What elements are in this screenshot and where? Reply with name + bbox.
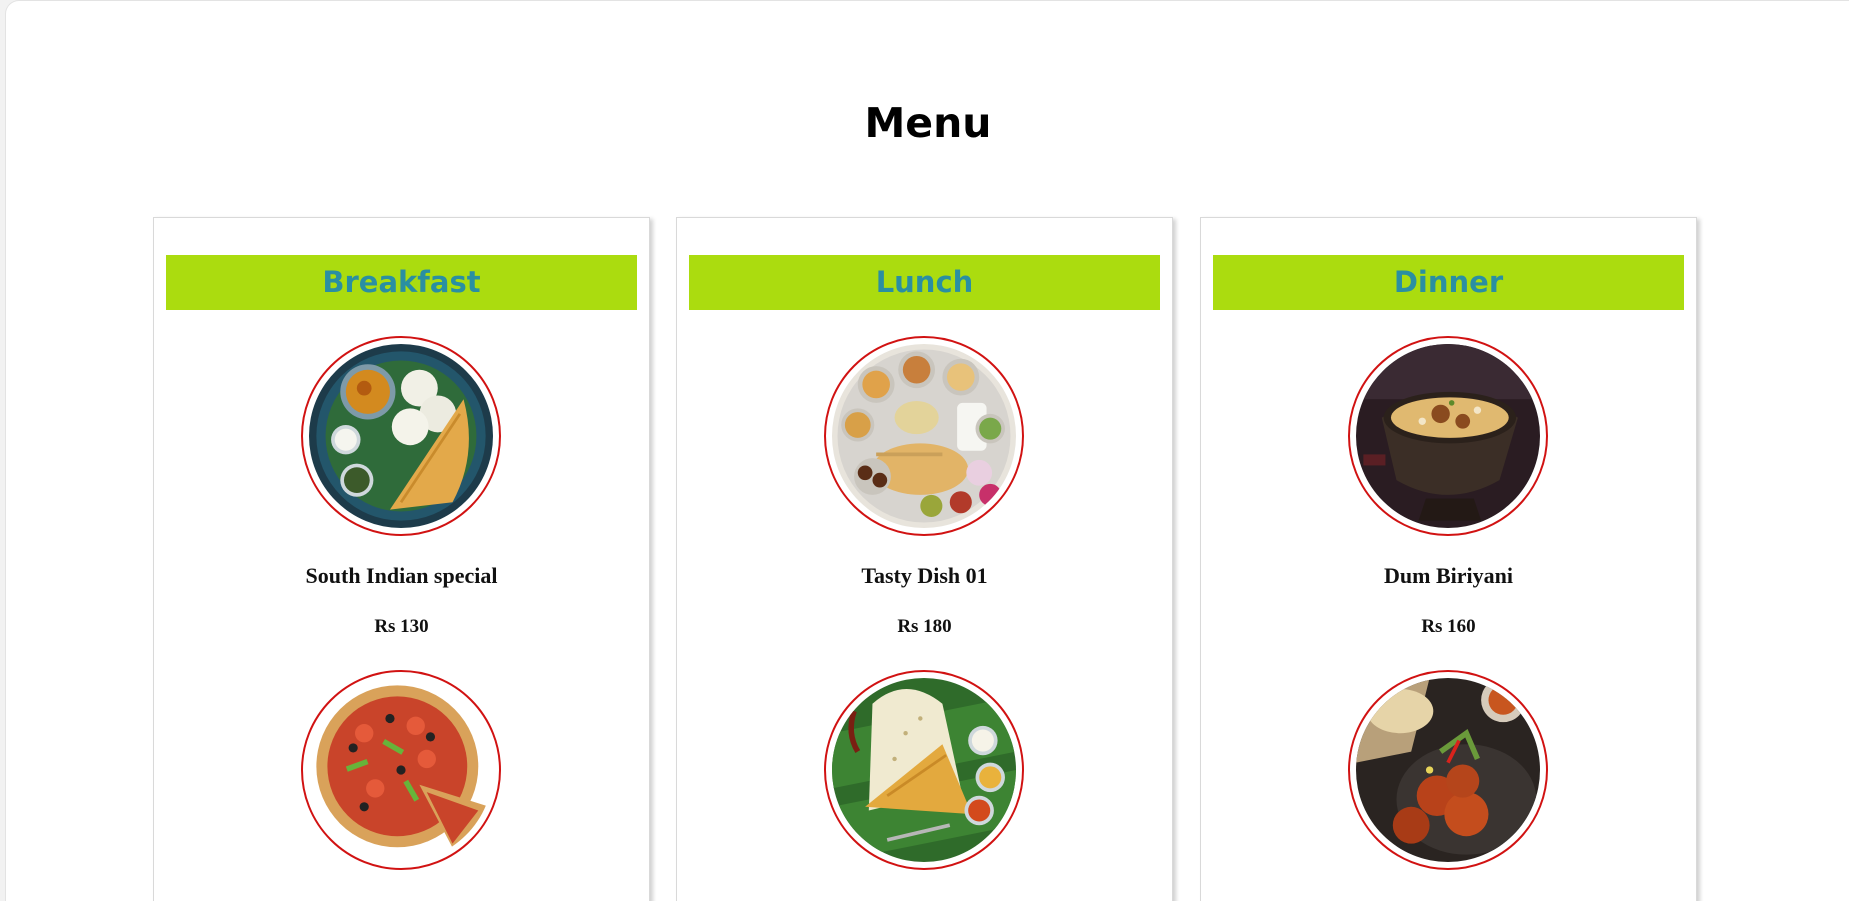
menu-page: Menu Breakfast South Indian special Rs 1… xyxy=(5,0,1849,901)
dish-image-masala-dosa[interactable] xyxy=(824,670,1024,870)
dish-price: Rs 180 xyxy=(897,616,952,637)
menu-card-dinner: Dinner Dum Biriyani Rs 160 xyxy=(1200,217,1697,901)
dish-price: Rs 130 xyxy=(374,616,429,637)
dish-image-chicken-tikka[interactable] xyxy=(1348,670,1548,870)
dish-name: Tasty Dish 01 xyxy=(861,563,988,588)
dish-image-tasty-dish-01[interactable] xyxy=(824,336,1024,536)
section-header-dinner: Dinner xyxy=(1213,255,1684,310)
dish-name: Dum Biriyani xyxy=(1384,563,1513,588)
dish-image-dum-biriyani[interactable] xyxy=(1348,336,1548,536)
dish-image-pizza[interactable] xyxy=(301,670,501,870)
dish-name: South Indian special xyxy=(305,563,498,588)
menu-card-breakfast: Breakfast South Indian special Rs 130 xyxy=(153,217,650,901)
section-header-breakfast: Breakfast xyxy=(166,255,637,310)
dish-price: Rs 160 xyxy=(1421,616,1476,637)
menu-card-lunch: Lunch Tasty Dish 01 Rs 180 xyxy=(676,217,1173,901)
dish-image-south-indian-special[interactable] xyxy=(301,336,501,536)
page-title: Menu xyxy=(864,99,992,147)
section-header-lunch: Lunch xyxy=(689,255,1160,310)
